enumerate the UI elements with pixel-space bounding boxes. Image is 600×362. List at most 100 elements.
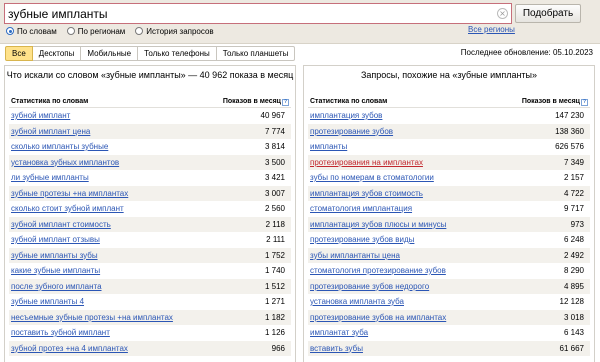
help-icon[interactable]: ?	[282, 99, 289, 106]
table-row: зубной имплант отзывы 2 111	[9, 232, 291, 248]
tab-all[interactable]: Все	[5, 46, 33, 61]
keyword-link[interactable]: зубы по номерам в стоматологии	[310, 173, 434, 182]
search-input[interactable]	[8, 6, 488, 22]
keyword-link[interactable]: поставить зубной имплант	[11, 328, 110, 337]
impressions-count: 6 143	[563, 328, 584, 337]
impressions-count: 973	[570, 219, 584, 229]
table-row: установка зубных имплантов 3 500	[9, 154, 291, 170]
mode-history[interactable]: История запросов	[135, 26, 214, 36]
table-row: протезирование зубов на имплантах 3 018	[308, 309, 590, 325]
keyword-link[interactable]: зубной имплант отзывы	[11, 235, 100, 244]
keyword-link[interactable]: имплантация зубов	[310, 111, 382, 120]
impressions-count: 8 290	[563, 266, 584, 275]
radio-icon[interactable]	[135, 27, 144, 35]
keyword-link[interactable]: установка зубных имплантов	[11, 158, 119, 167]
table-row: зубной протез +на 4 имплантах 966	[9, 340, 291, 356]
keyword-link[interactable]: имплантат зуба	[310, 328, 368, 337]
table-row: ли зубные импланты 3 421	[9, 170, 291, 186]
impressions-count: 40 967	[260, 111, 285, 120]
keyword-link[interactable]: протезирование зубов недорого	[310, 282, 429, 291]
keyword-link[interactable]: сколько импланты зубные	[11, 142, 108, 151]
keyword-link[interactable]: стоматология протезирование зубов	[310, 266, 446, 275]
keyword-link[interactable]: после зубного импланта	[11, 282, 102, 291]
table-row: поставить зубной имплант 1 126	[9, 325, 291, 341]
keyword-link[interactable]: зубные протезы +на имплантах	[11, 189, 128, 198]
keyword-link[interactable]: протезирование зубов	[310, 127, 393, 136]
mode-label: По словам	[17, 26, 57, 36]
impressions-count: 3 421	[264, 173, 285, 182]
keyword-link[interactable]: зубной имплант цена	[11, 127, 90, 136]
column-keyword-header: Статистика по словам	[310, 98, 388, 105]
table-row: зубные протезы +на имплантах 3 007	[9, 185, 291, 201]
impressions-count: 2 560	[264, 204, 285, 213]
table-row: имплантация зубов 147 230	[308, 108, 590, 124]
table-row: установка импланта зуба 12 128	[308, 294, 590, 310]
keyword-link[interactable]: импланты	[310, 142, 347, 151]
impressions-count: 3 007	[264, 188, 285, 198]
keyword-link[interactable]: имплантация зубов стоимость	[310, 189, 423, 198]
keyword-link[interactable]: стоматология имплантация	[310, 204, 412, 213]
impressions-count: 9 717	[563, 204, 584, 213]
impressions-count: 4 895	[563, 281, 584, 291]
impressions-count: 1 512	[264, 281, 285, 291]
impressions-count: 3 018	[563, 312, 584, 322]
keyword-link[interactable]: зубной имплант	[11, 111, 70, 120]
panel-title: Что искали со словом «зубные импланты» —…	[6, 70, 294, 80]
search-mode-group: По словам По регионам История запросов	[6, 25, 224, 37]
radio-icon[interactable]	[66, 27, 75, 35]
impressions-count: 1 271	[264, 297, 285, 306]
search-field[interactable]: ×	[4, 3, 512, 24]
table-row: вставить зубы 61 667	[308, 340, 590, 356]
keyword-link[interactable]: протезирования на имплантах	[310, 158, 423, 167]
table-row: протезирование зубов 138 360	[308, 123, 590, 139]
mode-by-words[interactable]: По словам	[6, 27, 57, 36]
tab-tablets-only[interactable]: Только планшеты	[216, 46, 296, 61]
help-icon[interactable]: ?	[581, 99, 588, 106]
impressions-count: 3 500	[264, 157, 285, 167]
table-row: несъемные зубные протезы +на имплантах 1 …	[9, 309, 291, 325]
tab-phones-only[interactable]: Только телефоны	[138, 46, 217, 61]
impressions-count: 2 492	[563, 250, 584, 260]
table-row: зубы по номерам в стоматологии 2 157	[308, 170, 590, 186]
table-row: зубной имплант стоимость 2 118	[9, 216, 291, 232]
keyword-link[interactable]: сколько стоит зубной имплант	[11, 204, 124, 213]
right-panel-similar-queries: Запросы, похожие на «зубные импланты» Ст…	[303, 65, 595, 362]
table-row: сколько импланты зубные 3 814	[9, 139, 291, 155]
impressions-count: 1 182	[264, 312, 285, 322]
close-icon[interactable]: ×	[497, 8, 508, 19]
tab-mobile[interactable]: Мобильные	[81, 46, 139, 61]
keyword-link[interactable]: протезирование зубов на имплантах	[310, 313, 446, 322]
keyword-link[interactable]: протезирование зубов виды	[310, 235, 414, 244]
table-row: зубные импланты зубы 1 752	[9, 247, 291, 263]
keyword-link[interactable]: имплантация зубов плюсы и минусы	[310, 220, 446, 229]
table-row: протезирование зубов недорого 4 895	[308, 278, 590, 294]
keyword-link[interactable]: установка импланта зуба	[310, 297, 404, 306]
keyword-link[interactable]: зубной протез +на 4 имплантах	[11, 344, 128, 353]
keyword-link[interactable]: несъемные зубные протезы +на имплантах	[11, 313, 173, 322]
impressions-count: 1 752	[264, 250, 285, 260]
all-regions-link[interactable]: Все регионы	[468, 25, 515, 34]
column-count-header: Показов в месяц?	[223, 98, 289, 106]
keyword-link[interactable]: зубные импланты зубы	[11, 251, 98, 260]
keyword-link[interactable]: зубной имплант стоимость	[11, 220, 111, 229]
keyword-link[interactable]: зубы имплантанты цена	[310, 251, 400, 260]
table-row: имплантация зубов плюсы и минусы 973	[308, 216, 590, 232]
search-button[interactable]: Подобрать	[515, 4, 581, 23]
impressions-count: 3 814	[264, 142, 285, 151]
impressions-count: 2 111	[266, 235, 285, 244]
mode-label: История запросов	[146, 26, 214, 36]
radio-selected-icon[interactable]	[6, 27, 14, 35]
keyword-link[interactable]: ли зубные импланты	[11, 173, 89, 182]
impressions-count: 4 722	[563, 188, 584, 198]
tab-desktops[interactable]: Десктопы	[32, 46, 82, 61]
keyword-link[interactable]: какие зубные импланты	[11, 266, 100, 275]
impressions-count: 2 157	[563, 173, 584, 182]
keyword-link[interactable]: вставить зубы	[310, 344, 363, 353]
keyword-link[interactable]: зубные импланты 4	[11, 297, 84, 306]
column-count-label: Показов в месяц	[222, 98, 281, 105]
impressions-count: 138 360	[555, 126, 584, 136]
impressions-count: 1 740	[264, 266, 285, 275]
mode-by-regions[interactable]: По регионам	[66, 27, 125, 36]
search-bar-area: × Подобрать По словам По регионам Истори…	[0, 0, 600, 44]
table-row: протезирования на имплантах 7 349	[308, 154, 590, 170]
